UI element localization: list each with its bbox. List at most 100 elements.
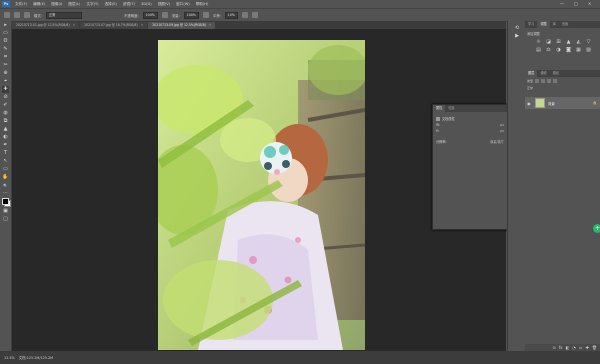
exposure-icon[interactable]: ▲: [565, 39, 572, 45]
smoothing-settings-icon[interactable]: [241, 12, 248, 18]
levels-icon[interactable]: ◪: [545, 39, 552, 45]
visibility-eye-icon[interactable]: ◉: [527, 101, 532, 106]
document-canvas-image[interactable]: [158, 40, 365, 350]
brush-panel-icon[interactable]: [24, 12, 30, 18]
tab-properties[interactable]: 属性: [433, 105, 446, 112]
maximize-button[interactable]: □: [574, 1, 578, 6]
quick-mask-icon[interactable]: ▣: [2, 208, 9, 215]
smoothing-field[interactable]: 10%: [224, 11, 238, 19]
menu-type[interactable]: 文字(Y): [83, 2, 101, 7]
history-panel-icon[interactable]: ⟲: [514, 25, 521, 32]
quick-select-tool-icon[interactable]: ✎: [2, 46, 9, 53]
color-swatches[interactable]: [0, 197, 11, 207]
tab-paths[interactable]: 路径: [550, 70, 562, 77]
screen-mode-icon[interactable]: ▢: [2, 216, 9, 223]
menu-view[interactable]: 视图(V): [155, 2, 173, 7]
opacity-field[interactable]: 100%: [142, 11, 158, 19]
tab-info[interactable]: 信息: [445, 105, 457, 112]
menu-file[interactable]: 文件(F): [12, 2, 30, 7]
blend-mode-select[interactable]: 正常: [527, 86, 533, 90]
filter-adjustment-icon[interactable]: [541, 78, 546, 83]
close-tab-icon[interactable]: ×: [209, 22, 212, 29]
new-group-icon[interactable]: ▭: [579, 345, 583, 350]
zoom-level[interactable]: 12.5%: [4, 356, 15, 360]
menu-window[interactable]: 窗口(W): [173, 2, 193, 7]
tab-layers[interactable]: 图层: [525, 70, 538, 77]
shape-tool-icon[interactable]: ▭: [2, 166, 9, 173]
clone-stamp-tool-icon[interactable]: ⊘: [2, 94, 9, 101]
close-tab-icon[interactable]: ×: [73, 22, 76, 29]
pressure-size-icon[interactable]: [251, 12, 258, 18]
brush-size-icon[interactable]: [14, 12, 20, 18]
tab-channels[interactable]: 通道: [537, 70, 549, 77]
invert-icon[interactable]: ▨: [585, 47, 592, 53]
color-lookup-icon[interactable]: ▦: [575, 47, 582, 53]
lasso-tool-icon[interactable]: ʘ: [2, 38, 9, 45]
marquee-tool-icon[interactable]: ▭: [2, 30, 9, 37]
photo-filter-icon[interactable]: ◑: [555, 47, 562, 53]
channel-mixer-icon[interactable]: ◙: [565, 47, 572, 53]
tab-learn[interactable]: 学习: [525, 21, 537, 28]
black-white-icon[interactable]: ⚖: [545, 47, 552, 53]
history-brush-tool-icon[interactable]: ✐: [2, 102, 9, 109]
filter-kind-select[interactable]: 类型: [527, 79, 533, 83]
document-tab[interactable]: 20210713-07.jpg @ 16.7%(RGB/8) ×: [80, 22, 148, 29]
new-adjustment-icon[interactable]: ◔: [572, 345, 576, 350]
healing-tool-icon[interactable]: ⌖: [2, 78, 9, 85]
actions-panel-icon[interactable]: ▶: [514, 33, 521, 40]
dodge-tool-icon[interactable]: ◐: [2, 134, 9, 141]
pressure-opacity-icon[interactable]: [161, 12, 168, 18]
brush-tool-icon[interactable]: ✚: [2, 86, 9, 93]
hand-tool-icon[interactable]: ✋: [2, 174, 9, 181]
menu-3d[interactable]: 3D(D): [138, 2, 155, 6]
close-tab-icon[interactable]: ×: [141, 22, 144, 29]
gradient-tool-icon[interactable]: ⧉: [2, 118, 9, 125]
new-layer-icon[interactable]: ✚: [586, 345, 589, 350]
menu-filter[interactable]: 滤镜(T): [120, 2, 138, 7]
vibrance-icon[interactable]: ◭: [575, 39, 582, 45]
tab-adjustments[interactable]: 调整: [537, 21, 550, 28]
plus-badge-icon[interactable]: +: [593, 224, 600, 233]
add-mask-icon[interactable]: ◧: [566, 345, 570, 350]
slice-tool-icon[interactable]: ✂: [2, 62, 9, 69]
height-unit[interactable]: px: [500, 129, 504, 133]
hue-saturation-icon[interactable]: ▽: [585, 39, 592, 45]
flow-field[interactable]: 100%: [183, 11, 199, 19]
document-tab[interactable]: 20210713-01.jpg @ 12.5%(RGB/8) ×: [12, 22, 80, 29]
crop-tool-icon[interactable]: ⌗: [2, 54, 9, 61]
width-unit[interactable]: px: [500, 123, 504, 127]
airbrush-icon[interactable]: [202, 12, 209, 18]
layer-name[interactable]: 背景: [548, 101, 555, 106]
menu-image[interactable]: 图像(I): [48, 2, 65, 7]
menu-edit[interactable]: 编辑(E): [30, 2, 48, 7]
filter-shape-icon[interactable]: [553, 78, 558, 83]
menu-help[interactable]: 帮助(H): [193, 2, 212, 7]
type-tool-icon[interactable]: T: [2, 150, 9, 157]
filter-type-icon[interactable]: [547, 78, 552, 83]
path-select-tool-icon[interactable]: ↖: [2, 158, 9, 165]
color-balance-icon[interactable]: ▤: [535, 47, 542, 53]
brightness-icon[interactable]: ☼: [535, 39, 542, 45]
mode-select[interactable]: 正常: [45, 11, 82, 19]
document-tab-active[interactable]: 20210713-09.jpg @ 12.5%(RGB/8) ×: [148, 22, 216, 29]
tab-swatches[interactable]: 色板: [559, 21, 571, 28]
layer-style-icon[interactable]: fx: [559, 345, 563, 350]
zoom-tool-icon[interactable]: 🔍: [2, 182, 9, 189]
filter-pixel-icon[interactable]: [535, 78, 540, 83]
foreground-color-swatch[interactable]: [2, 198, 9, 205]
curves-icon[interactable]: ⊞: [555, 39, 562, 45]
pen-tool-icon[interactable]: ✒: [2, 142, 9, 149]
minimize-button[interactable]: —: [560, 1, 564, 6]
delete-layer-icon[interactable]: 🗑: [592, 345, 597, 350]
brush-tool-preset-icon[interactable]: [4, 12, 10, 18]
menu-select[interactable]: 选择(S): [102, 2, 120, 7]
tab-libraries[interactable]: 库: [550, 21, 559, 28]
menu-layer[interactable]: 图层(L): [65, 2, 83, 7]
blur-tool-icon[interactable]: ▲: [2, 126, 9, 133]
close-window-button[interactable]: ×: [588, 1, 591, 6]
more-tools-icon[interactable]: ⋯: [2, 190, 9, 197]
resolution-unit[interactable]: 像素/英寸: [490, 139, 504, 144]
layer-row[interactable]: ◉ 背景 🔒: [525, 97, 600, 109]
eraser-tool-icon[interactable]: ◍: [2, 110, 9, 117]
move-tool-icon[interactable]: ▸: [2, 22, 9, 29]
